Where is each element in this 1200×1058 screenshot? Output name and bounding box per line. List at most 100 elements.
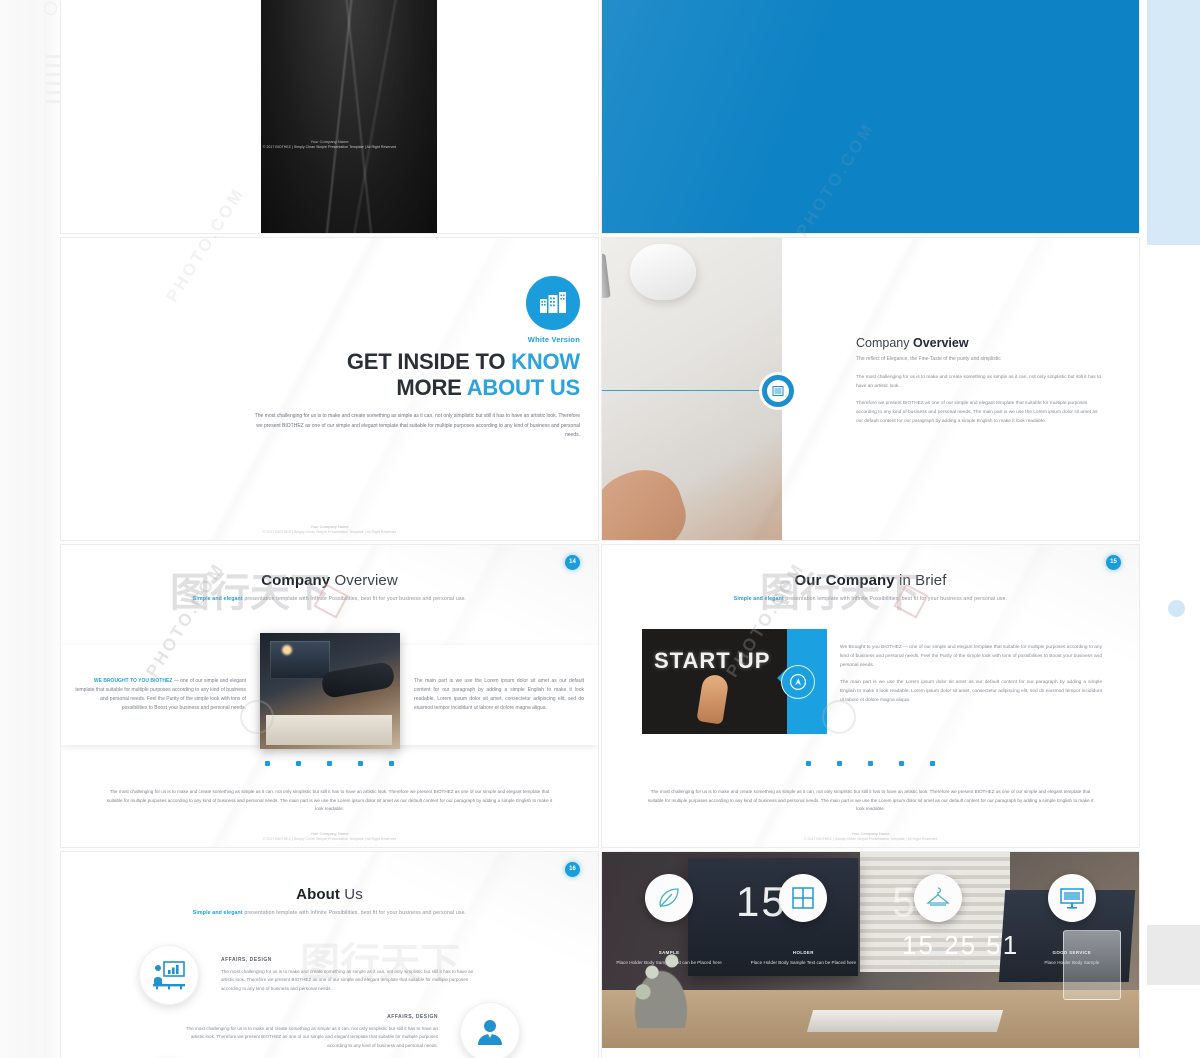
slide-number-badge: 16 [565, 862, 580, 877]
left-text-card: WE BROUGHT TO YOU BIOTHEZ — one of our s… [61, 645, 260, 745]
brief-text-group: We Brought to you BIOTHEZ — one of our s… [840, 643, 1102, 705]
version-label: White Version [527, 335, 580, 344]
dot-1[interactable] [265, 761, 270, 766]
slide-title: About Us [61, 886, 598, 903]
slide-heading: Company Overview [856, 336, 1102, 350]
cover-photo-slide[interactable]: Your Company Name © 2017 BIOTHEZ | Simpl… [60, 0, 599, 234]
slide-subtitle: Simple and elegant presentation template… [61, 910, 598, 916]
feature-label: SIMPLE [928, 950, 947, 955]
subtitle-rest: presentation template with Infinite Poss… [242, 596, 467, 602]
footer-company: Your Company Name [310, 524, 349, 529]
preview-page: Your Company Name © 2017 BIOTHEZ | Simpl… [0, 0, 1200, 1058]
about-us-slide[interactable]: 16 About Us Simple and elegant presentat… [60, 851, 599, 1058]
feature-1[interactable]: SAMPLE Place Holder Body Sample Text can… [602, 874, 736, 967]
office-desk-photo: 15 51 15 25 51 SAMPLE Pla [602, 852, 1139, 1048]
feature-desc: Place Holder Body Sample Text can be Pla… [750, 960, 857, 965]
document-icon [762, 375, 794, 407]
slide-number-badge: 14 [565, 555, 580, 570]
slide-row-1: Your Company Name © 2017 BIOTHEZ | Simpl… [60, 0, 1140, 234]
headline-2-accent: ABOUT US [466, 375, 580, 400]
item-heading: AFFAIRS, DESIGN [221, 956, 272, 963]
about-item-2: AFFAIRS, DESIGN The most challenging for… [178, 1002, 520, 1058]
dot-1[interactable] [806, 761, 811, 766]
ghost-menu-icon [46, 55, 60, 115]
item-text: The most challenging for us is to make a… [221, 968, 474, 991]
dot-4[interactable] [899, 761, 904, 766]
dot-2[interactable] [296, 761, 301, 766]
our-company-in-brief-slide[interactable]: 15 Our Company in Brief Simple and elega… [601, 544, 1140, 848]
item-text: The most challenging for us is to make a… [185, 1025, 438, 1048]
hero-paragraph: The most challenging for us is to make a… [254, 413, 580, 438]
suit-photo [261, 0, 437, 233]
right-body-text: The main part is we use the Lorem ipsum … [414, 678, 584, 711]
presenter-board-icon [1047, 874, 1096, 922]
startup-photo: START UP [642, 629, 787, 734]
feature-4[interactable]: GOOD SERVICE Place Holder Body Sample [1005, 874, 1139, 967]
heading-light: Company [856, 336, 913, 350]
finger-object [696, 673, 730, 725]
paragraph-2: The main part is we use the Lorem ipsum … [840, 680, 1102, 703]
title-bold: About [296, 886, 345, 903]
subtitle-bold: Simple and elegant [733, 596, 784, 602]
item-heading: AFFAIRS, DESIGN [387, 1013, 438, 1020]
grid-window-icon [779, 874, 828, 922]
right-blue-panel [1147, 0, 1200, 245]
slide-grid: Your Company Name © 2017 BIOTHEZ | Simpl… [60, 0, 1140, 1058]
presentation-chart-icon [139, 945, 199, 1005]
blue-divider-slide[interactable] [601, 0, 1140, 234]
slide-row-4: 16 About Us Simple and elegant presentat… [60, 851, 1140, 1058]
keyboard-object [806, 1010, 1004, 1032]
slide-row-3: 14 Company Overview Simple and elegant p… [60, 544, 1140, 848]
feature-label: GOOD SERVICE [1052, 950, 1092, 955]
slide-title: Our Company in Brief [602, 572, 1139, 589]
get-inside-to-know-more-about-us-slide[interactable]: White Version GET INSIDE TO KNOW MORE AB… [60, 237, 599, 541]
subtitle-rest: presentation template with Infinite Poss… [783, 596, 1008, 602]
pagination-dots[interactable] [602, 761, 1139, 766]
company-overview-slide[interactable]: 14 Company Overview Simple and elegant p… [60, 544, 599, 848]
company-overview-photo-slide[interactable]: Company Overview The reflect of Elegance… [601, 237, 1140, 541]
desk-photo [602, 238, 782, 540]
building-icon [526, 276, 580, 330]
headline-2-dark: MORE [396, 375, 467, 400]
slide-subtitle: Simple and elegant presentation template… [61, 596, 598, 602]
headline-line-2: MORE ABOUT US [250, 375, 580, 401]
subtitle-rest: presentation template with Infinite Poss… [242, 910, 467, 916]
subtitle-bold: Simple and elegant [192, 596, 243, 602]
feature-3[interactable]: SIMPLE Place Holder Body Sample [871, 874, 1005, 967]
hand-object [602, 459, 695, 540]
slide-footer: Your Company Name © 2017 BIOTHEZ | Simpl… [61, 831, 598, 841]
center-photo-card [260, 633, 400, 749]
footer-copyright: © 2017 BIOTHEZ | Simply Clean Simple Pre… [262, 837, 397, 841]
slide-footer: Your Company Name © 2017 BIOTHEZ | Simpl… [61, 524, 598, 534]
pen-object [602, 253, 611, 299]
pagination-dots[interactable] [61, 761, 598, 766]
ghost-avatar-icon [44, 2, 57, 15]
our-company-business-model-slide[interactable]: 15 51 15 25 51 SAMPLE Pla [601, 851, 1140, 1058]
signing-photo [260, 633, 400, 749]
dot-4[interactable] [358, 761, 363, 766]
footer-company: Your Company Name [851, 831, 890, 836]
dot-3[interactable] [327, 761, 332, 766]
title-light: Us [344, 886, 363, 903]
feature-label: SAMPLE [658, 950, 680, 955]
right-grey-panel [1147, 925, 1200, 985]
feature-icon-row: SAMPLE Place Holder Body Sample Text can… [602, 874, 1139, 967]
feature-label: HOLDER [792, 950, 814, 955]
dot-5[interactable] [930, 761, 935, 766]
feature-desc: Place Holder Body Sample Text can be Pla… [616, 960, 722, 965]
startup-caption: START UP [654, 648, 771, 673]
flag-icon [781, 665, 815, 699]
right-dot-icon [1168, 600, 1185, 617]
dot-3[interactable] [868, 761, 873, 766]
dot-5[interactable] [389, 761, 394, 766]
startup-media-group: START UP [642, 629, 827, 734]
bottom-paragraph: The most challenging for us is to make a… [106, 789, 553, 812]
footer-company: Your Company Name [310, 831, 349, 836]
dot-2[interactable] [837, 761, 842, 766]
tagline: The reflect of Elegance, the Fine-Taste … [856, 356, 1001, 362]
paragraph-2: Therefore we present BIOTHEZ as one of o… [856, 401, 1098, 424]
feature-2[interactable]: HOLDER Place Holder Body Sample Text can… [736, 874, 870, 967]
feature-desc: Place Holder Body Sample [910, 960, 966, 965]
subtitle-bold: Simple and elegant [192, 910, 243, 916]
paragraph-1: We Brought to you BIOTHEZ — one of our s… [840, 645, 1102, 668]
